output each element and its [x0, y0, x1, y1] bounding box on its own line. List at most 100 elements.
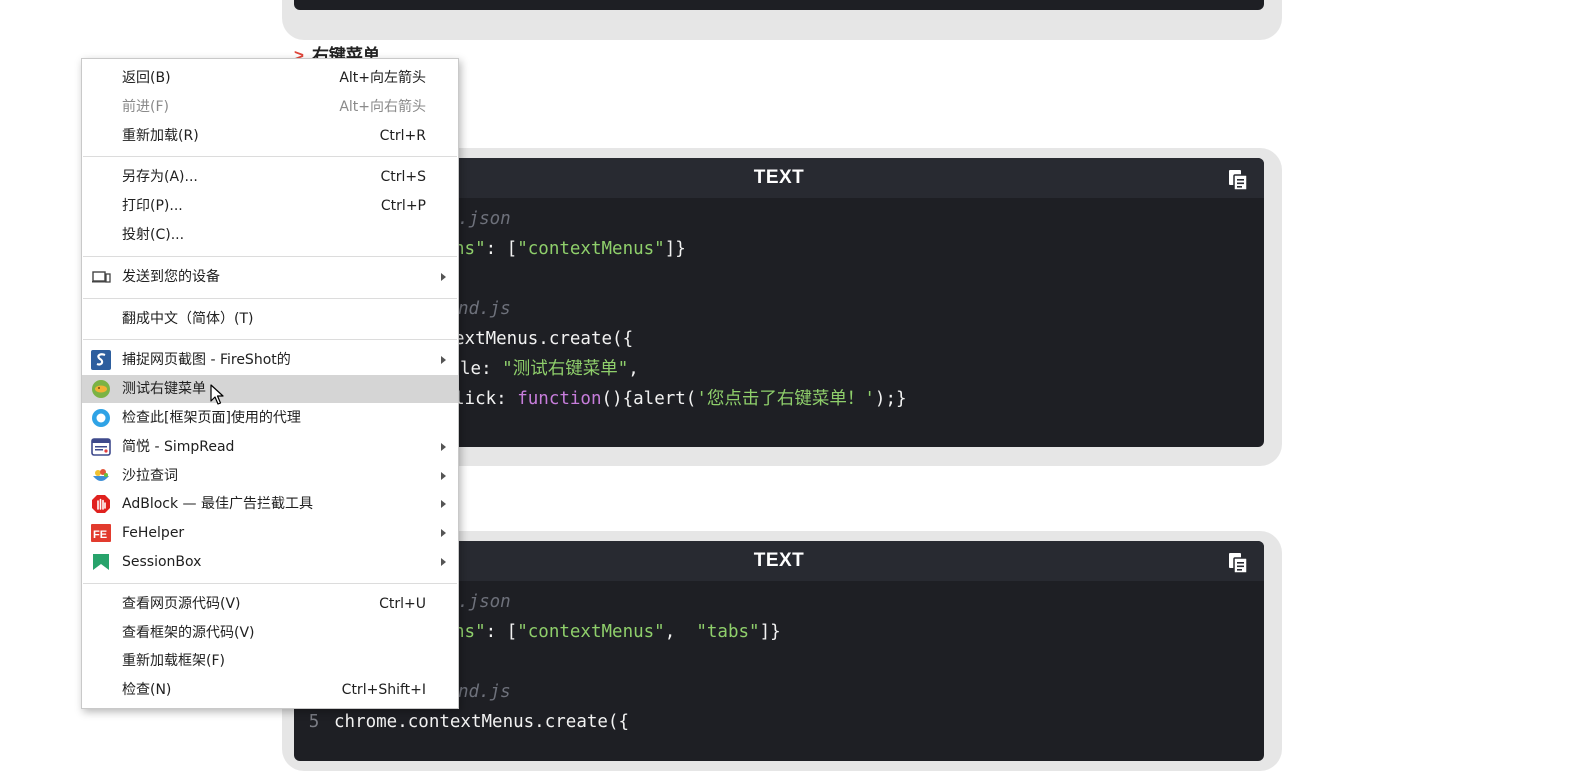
submenu-arrow-icon	[441, 500, 446, 509]
menu-item-label: SessionBox	[122, 554, 202, 570]
menu-item-label: 翻成中文（简体）(T)	[122, 310, 254, 327]
menu-item-shortcut: Alt+向左箭头	[339, 70, 426, 86]
menu-item[interactable]: 测试右键菜单	[82, 375, 458, 404]
menu-item-shortcut: Ctrl+S	[380, 169, 426, 186]
menu-item[interactable]: 沙拉查词	[82, 462, 458, 490]
fireshot-icon	[91, 350, 111, 371]
test-extension-icon	[91, 379, 111, 399]
menu-item[interactable]: 重新加载框架(F)	[82, 647, 458, 675]
menu-item-label: 查看网页源代码(V)	[122, 595, 241, 612]
code-token: "contextMenus"	[517, 622, 665, 642]
menu-item[interactable]: 返回(B) Alt+向左箭头	[82, 64, 458, 92]
menu-item[interactable]: 查看网页源代码(V) Ctrl+U	[82, 590, 458, 618]
code-token: function	[517, 389, 602, 409]
menu-item-shortcut: Alt+向右箭头	[339, 98, 426, 115]
menu-item[interactable]: 检查此[框架页面]使用的代理	[82, 404, 458, 432]
menu-item-shortcut: Ctrl+R	[379, 127, 426, 144]
sessionbox-icon	[91, 552, 111, 572]
menu-item: 前进(F) Alt+向右箭头	[82, 93, 458, 121]
menu-item[interactable]: FE FeHelper	[82, 519, 458, 547]
submenu-arrow-icon	[441, 442, 446, 451]
menu-item-label: 发送到您的设备	[122, 268, 220, 285]
menu-item[interactable]: 检查(N) Ctrl+Shift+I	[82, 676, 458, 704]
menu-item[interactable]: 投射(C)...	[82, 221, 458, 249]
menu-item[interactable]: 翻成中文（简体）(T)	[82, 305, 458, 333]
menu-item-shortcut: Ctrl+U	[379, 595, 426, 612]
previous-code-block	[294, 0, 1264, 10]
menu-item[interactable]: 重新加载(R) Ctrl+R	[82, 122, 458, 150]
submenu-arrow-icon	[441, 356, 446, 365]
menu-separator	[83, 582, 457, 584]
menu-item[interactable]: AdBlock — 最佳广告拦截工具	[82, 490, 458, 518]
menu-item-label: 投射(C)...	[122, 227, 185, 243]
menu-item-label: 检查此[框架页面]使用的代理	[122, 410, 301, 426]
menu-item[interactable]: 发送到您的设备	[82, 263, 458, 291]
code-token: : [	[485, 622, 518, 642]
menu-item[interactable]: 简悦 - SimpRead	[82, 433, 458, 461]
menu-item-label: 检查(N)	[122, 682, 172, 699]
submenu-arrow-icon	[441, 558, 446, 566]
menu-item-shortcut: Ctrl+Shift+I	[341, 682, 426, 699]
code-token: ]}	[664, 239, 686, 259]
code-token: );}	[874, 389, 907, 409]
menu-item-label: 前进(F)	[122, 98, 169, 115]
code-line: 5 chrome.contextMenus.create({	[294, 707, 1264, 737]
code-token: ]}	[759, 622, 781, 642]
menu-item-label: FeHelper	[122, 525, 185, 542]
code-token: .json	[458, 592, 511, 612]
menu-item-label: 捕捉网页截图 - FireShot的	[122, 352, 291, 369]
menu-item-label: 打印(P)...	[122, 198, 183, 215]
svg-text:FE: FE	[93, 529, 107, 541]
menu-separator	[83, 156, 457, 158]
menu-item-label: 重新加载框架(F)	[122, 653, 225, 670]
code-token: "contextMenus"	[517, 239, 665, 259]
code-token: ,	[628, 359, 639, 379]
menu-item-label: 另存为(A)...	[122, 169, 198, 186]
menu-item-shortcut: Ctrl+P	[380, 198, 426, 215]
code-token: : [	[485, 239, 518, 259]
menu-separator	[83, 339, 457, 341]
menu-item-label: 简悦 - SimpRead	[122, 438, 235, 455]
menu-item-label: 测试右键菜单	[122, 381, 206, 398]
submenu-arrow-icon	[441, 529, 446, 538]
mouse-cursor-icon	[210, 384, 224, 405]
menu-separator	[83, 255, 457, 257]
code-token: chrome.contextMenus.create({	[334, 712, 630, 732]
proxy-icon	[91, 408, 111, 428]
code-token: '您点击了右键菜单！'	[696, 389, 875, 409]
menu-item[interactable]: 另存为(A)... Ctrl+S	[82, 163, 458, 191]
menu-item[interactable]: 查看框架的源代码(V)	[82, 619, 458, 647]
submenu-arrow-icon	[441, 471, 446, 480]
menu-item-label: 沙拉查词	[122, 467, 178, 484]
code-language-label: TEXT	[753, 167, 805, 188]
menu-item-label: 重新加载(R)	[122, 127, 199, 144]
device-icon	[91, 267, 111, 287]
code-token: le:	[460, 359, 503, 379]
copy-icon[interactable]	[1227, 552, 1249, 574]
adblock-icon	[91, 494, 111, 514]
saladict-icon	[91, 466, 111, 486]
code-token: (){alert(	[601, 389, 697, 409]
menu-item[interactable]: SessionBox	[82, 548, 458, 576]
menu-item[interactable]: 打印(P)... Ctrl+P	[82, 192, 458, 220]
menu-item-label: 返回(B)	[122, 70, 171, 86]
code-token: "tabs"	[696, 622, 760, 642]
context-menu: 返回(B) Alt+向左箭头前进(F) Alt+向右箭头重新加载(R) Ctrl+R 另…	[81, 58, 459, 709]
line-number: 5	[308, 712, 320, 732]
code-language-label: TEXT	[753, 550, 805, 571]
menu-item-label: 查看框架的源代码(V)	[122, 624, 255, 641]
code-token: "测试右键菜单"	[502, 359, 629, 379]
code-token: extMenus.create({	[454, 329, 634, 349]
copy-icon[interactable]	[1227, 169, 1249, 191]
code-token: .json	[458, 209, 511, 229]
menu-item[interactable]: 捕捉网页截图 - FireShot的	[82, 346, 458, 374]
fehelper-icon: FE	[91, 523, 111, 543]
code-token: nd.js	[458, 299, 511, 319]
menu-separator	[83, 297, 457, 299]
menu-item-label: AdBlock — 最佳广告拦截工具	[122, 496, 313, 513]
code-token: ,	[664, 622, 697, 642]
simpread-icon	[91, 437, 111, 457]
code-token: lick:	[454, 389, 518, 409]
code-token: nd.js	[458, 682, 511, 702]
submenu-arrow-icon	[441, 272, 446, 281]
